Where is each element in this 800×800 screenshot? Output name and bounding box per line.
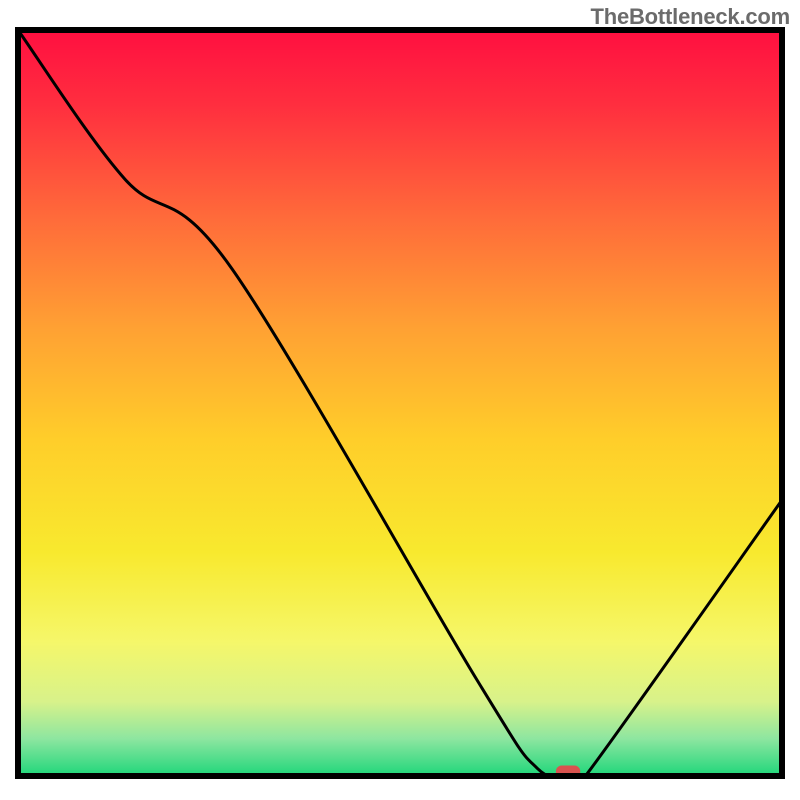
bottleneck-chart xyxy=(0,0,800,800)
